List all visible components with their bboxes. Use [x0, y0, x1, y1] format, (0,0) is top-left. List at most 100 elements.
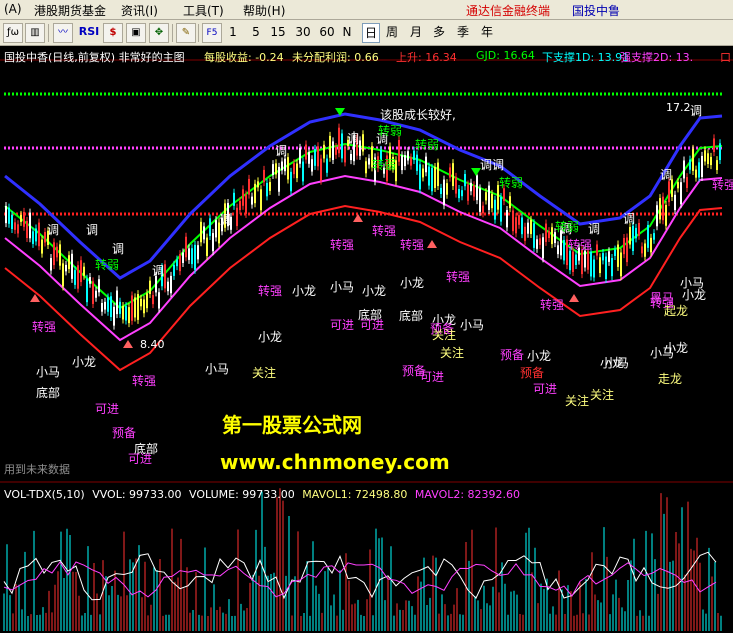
signal-label: 小马 — [330, 280, 355, 294]
menu-item-help[interactable]: 帮助(H) — [243, 2, 285, 19]
period-month[interactable]: 月 — [409, 23, 423, 41]
period-5[interactable]: 5 — [250, 23, 262, 41]
candle-body — [689, 159, 691, 170]
candle-body — [476, 175, 478, 201]
signal-label: 转强 — [132, 374, 157, 388]
signal-label: 走龙 — [658, 372, 683, 386]
period-multi[interactable]: 多 — [432, 23, 446, 41]
candle-body — [32, 231, 34, 244]
period-60[interactable]: 60 — [318, 23, 336, 41]
candle-body — [431, 167, 433, 192]
candle-body — [458, 188, 460, 199]
signal-label: 调 — [623, 212, 636, 226]
candle-body — [644, 243, 646, 257]
candle-body — [239, 200, 241, 211]
menu-item-hk-futures[interactable]: 港股期货基金 — [34, 2, 106, 19]
rsi-button[interactable]: RSI — [77, 23, 101, 41]
bar-chart-icon[interactable]: ▥ — [25, 23, 45, 43]
candle-body — [146, 293, 148, 309]
kline-chart[interactable]: 国投中香(日线,前复权) 非常好的主图 每股收益: -0.24 未分配利润: 0… — [0, 46, 733, 633]
period-week[interactable]: 周 — [385, 23, 399, 41]
candle-body — [170, 275, 172, 294]
menu-item-a[interactable]: (A) — [4, 2, 22, 16]
candle-body — [26, 220, 28, 239]
period-n[interactable]: N — [341, 23, 353, 41]
candle-body — [563, 239, 565, 261]
period-1[interactable]: 1 — [227, 23, 239, 41]
candle-body — [14, 222, 16, 230]
period-quarter[interactable]: 季 — [456, 23, 470, 41]
signal-label: 调 — [275, 144, 288, 158]
candle-body — [551, 227, 553, 245]
candle-body — [299, 147, 301, 164]
candle-body — [5, 205, 7, 224]
candle-body — [365, 161, 367, 174]
signal-label: 小龙 — [527, 349, 552, 363]
menu-item-tools[interactable]: 工具(T) — [183, 2, 224, 19]
candle-body — [125, 306, 127, 321]
candle-body — [368, 158, 370, 165]
toolbar: ƒω ▥ 〰 RSI $ ▣ ✥ ✎ F5 1 5 15 30 60 N 日 周… — [0, 20, 733, 46]
candle-body — [212, 233, 214, 252]
candle-body — [38, 222, 40, 247]
signal-label: 转弱 — [415, 138, 440, 152]
dollar-icon[interactable]: $ — [103, 23, 123, 43]
signal-label: 小马 — [680, 276, 705, 290]
candle-body — [329, 135, 331, 158]
signal-label: 可进 — [95, 402, 120, 416]
candle-body — [80, 260, 82, 283]
signal-label: 底部 — [36, 386, 61, 400]
candle-body — [593, 259, 595, 278]
window-icon[interactable]: ▣ — [126, 23, 146, 43]
candle-body — [467, 184, 469, 201]
candle-body — [719, 143, 721, 161]
menu-item-info[interactable]: 资讯(I) — [121, 2, 158, 19]
app-title-link[interactable]: 通达信金融终端 — [466, 2, 550, 19]
signal-label: 调调 — [480, 158, 505, 172]
candle-body — [242, 189, 244, 206]
period-15[interactable]: 15 — [269, 23, 287, 41]
signal-label: 转强 — [712, 178, 733, 192]
candle-body — [194, 244, 196, 270]
chart-canvas[interactable] — [0, 46, 733, 633]
f5-button[interactable]: F5 — [202, 23, 222, 43]
low-price-label: 8.40 — [140, 338, 165, 351]
signal-label: 预备 — [520, 366, 545, 380]
indicator-icon[interactable]: 〰 — [53, 23, 73, 43]
signal-label: 转强 — [400, 238, 425, 252]
candle-body — [23, 211, 25, 227]
candle-body — [713, 138, 715, 153]
candle-body — [443, 179, 445, 206]
candle-body — [149, 280, 151, 295]
pencil-icon[interactable]: ✎ — [176, 23, 196, 43]
period-year[interactable]: 年 — [480, 23, 494, 41]
candle-body — [686, 177, 688, 188]
candle-body — [191, 248, 193, 265]
candle-body — [65, 264, 67, 272]
candle-body — [296, 163, 298, 179]
candle-body — [683, 160, 685, 179]
candle-body — [182, 252, 184, 263]
move-icon[interactable]: ✥ — [149, 23, 169, 43]
candle-body — [248, 178, 250, 195]
signal-label: 转强 — [446, 270, 471, 284]
candle-body — [518, 215, 520, 225]
candle-body — [332, 141, 334, 161]
candle-body — [8, 207, 10, 224]
signal-label: 调 — [152, 264, 165, 278]
candle-body — [404, 155, 406, 167]
period-day[interactable]: 日 — [362, 23, 380, 43]
candle-body — [656, 205, 658, 227]
candle-body — [698, 162, 700, 178]
period-30[interactable]: 30 — [294, 23, 312, 41]
candle-body — [632, 225, 634, 251]
formula-icon[interactable]: ƒω — [3, 23, 23, 43]
candle-body — [89, 277, 91, 284]
candle-body — [512, 210, 514, 232]
candle-body — [452, 163, 454, 187]
candle-body — [320, 158, 322, 181]
signal-label: 转强 — [330, 238, 355, 252]
candle-body — [515, 217, 517, 234]
candle-body — [620, 252, 622, 277]
candle-body — [428, 166, 430, 186]
